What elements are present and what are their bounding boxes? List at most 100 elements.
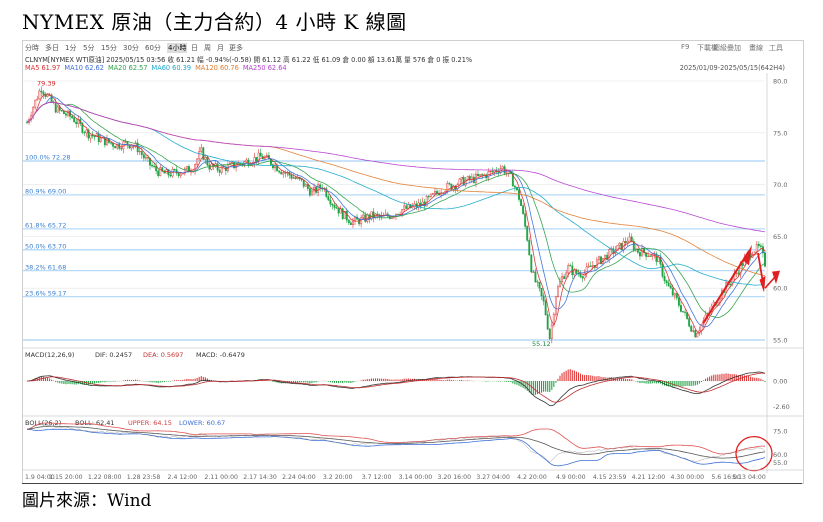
macd-header: MACD: -0.6479 <box>196 351 245 359</box>
candle-body <box>220 165 223 173</box>
candle-body <box>583 273 586 279</box>
candle-body <box>649 255 652 257</box>
candle-body <box>151 164 154 167</box>
candle-body <box>544 300 547 316</box>
candle-body <box>208 164 211 170</box>
candle-body <box>477 173 479 177</box>
candle-body <box>604 254 607 259</box>
candle-body <box>144 157 147 159</box>
x-tick-label: 1.28 23:58 <box>127 474 161 481</box>
candle-body <box>40 90 43 93</box>
candle-body <box>120 148 123 150</box>
candle-body <box>311 190 313 196</box>
candle-body <box>282 172 285 175</box>
candle-body <box>520 199 523 206</box>
candle-body <box>270 158 272 165</box>
candle-body <box>598 256 600 261</box>
candle-body <box>524 213 527 227</box>
x-tick-label: 1.15 20:00 <box>49 474 83 481</box>
candle-body <box>97 133 100 142</box>
candle-body <box>333 204 336 208</box>
candle-body <box>667 282 670 287</box>
fib-label: 100.0% 72.28 <box>25 153 70 161</box>
candle-body <box>641 247 643 257</box>
x-tick-label: 2.24 04:00 <box>282 474 316 481</box>
candle-body <box>692 330 695 332</box>
candle-body <box>427 196 430 198</box>
candle-body <box>661 263 664 277</box>
candle-body <box>532 271 535 273</box>
candle-body <box>294 177 297 179</box>
candle-body <box>472 176 475 183</box>
candle-body <box>56 106 59 113</box>
boll-tick: 75.0 <box>773 427 787 435</box>
candle-body <box>764 252 766 267</box>
candle-body <box>110 142 112 144</box>
candle-body <box>140 151 143 155</box>
candle-body <box>479 174 482 177</box>
candle-body <box>522 205 525 214</box>
candle-body <box>345 210 348 221</box>
candle-body <box>538 281 541 289</box>
macd-header: DEA: 0.5697 <box>143 351 183 359</box>
candle-body <box>460 177 463 180</box>
candle-body <box>626 240 629 244</box>
candle-body <box>624 241 627 244</box>
candle-body <box>534 271 537 282</box>
candle-body <box>737 272 740 275</box>
candle-body <box>54 102 57 113</box>
down-arrow-head <box>759 275 766 293</box>
candle-body <box>73 117 76 123</box>
candle-body <box>142 154 145 159</box>
boll-tick: 55.0 <box>773 459 787 467</box>
fib-label: 61.8% 65.72 <box>25 221 66 229</box>
candle-body <box>759 245 762 247</box>
candle-body <box>71 116 74 119</box>
candle-body <box>491 170 494 173</box>
candle-body <box>173 169 176 171</box>
x-tick-label: 4.9 00:00 <box>556 474 586 481</box>
x-tick-label: 1.22 08:00 <box>88 474 122 481</box>
candle-body <box>259 152 262 157</box>
candle-body <box>60 110 63 112</box>
candle-body <box>290 175 293 179</box>
candle-body <box>280 171 283 175</box>
candle-body <box>513 185 516 188</box>
candle-body <box>458 178 461 185</box>
candle-body <box>501 166 504 169</box>
candle-body <box>327 196 330 201</box>
x-tick-label: 4.2 20:00 <box>517 474 547 481</box>
candle-body <box>581 276 584 279</box>
candle-body <box>317 184 320 193</box>
candle-body <box>75 121 78 125</box>
candle-body <box>397 213 400 215</box>
moving-average-line <box>26 101 766 233</box>
x-tick-label: 3.14 00:00 <box>399 474 433 481</box>
x-tick-label: 2.4 12:00 <box>168 474 198 481</box>
candle-body <box>462 177 465 186</box>
boll-header: LOWER: 60.67 <box>179 419 225 427</box>
candle-body <box>663 276 666 281</box>
candle-body <box>304 184 307 187</box>
fib-label: 38.2% 61.68 <box>25 263 66 271</box>
candle-body <box>569 265 572 267</box>
candle-body <box>671 288 674 296</box>
macd-tick: 0.00 <box>773 378 787 386</box>
boll-tick: 60.0 <box>773 451 787 459</box>
x-tick-label: 2.17 14:30 <box>243 474 277 481</box>
candle-body <box>34 99 37 108</box>
candle-body <box>536 281 539 283</box>
macd-dif-line <box>26 371 766 407</box>
candle-body <box>563 276 566 279</box>
candle-body <box>83 132 86 134</box>
boll-header: UPPER: 64.15 <box>128 419 172 427</box>
candle-body <box>65 113 67 116</box>
candle-body <box>684 311 686 313</box>
candle-body <box>147 157 149 159</box>
candle-body <box>36 98 39 101</box>
candle-body <box>507 171 510 174</box>
candle-body <box>352 220 354 226</box>
candle-body <box>608 249 611 260</box>
candle-body <box>669 285 672 289</box>
candle-body <box>729 283 732 285</box>
